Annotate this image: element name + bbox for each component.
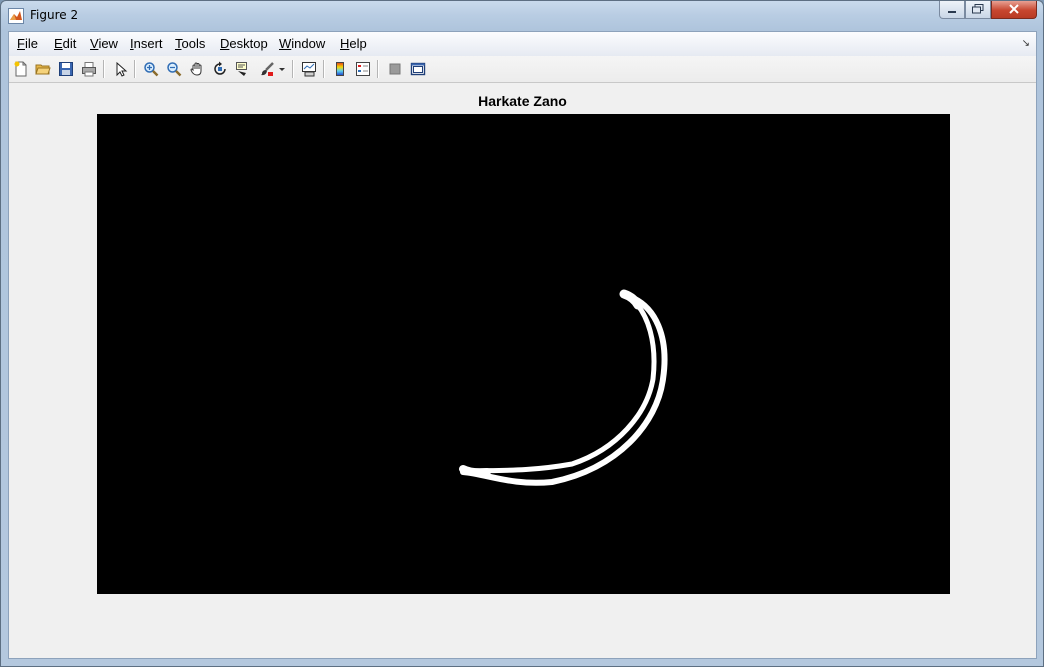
save-figure-icon[interactable] <box>57 60 75 78</box>
menu-view[interactable]: View <box>90 36 118 51</box>
dock-figure-icon[interactable]: ↘ <box>1022 38 1030 49</box>
open-file-icon[interactable] <box>34 60 52 78</box>
show-plot-tools-icon[interactable] <box>409 60 427 78</box>
brush-dropdown-icon[interactable] <box>277 60 287 78</box>
menu-window[interactable]: Window <box>279 36 325 51</box>
toolbar-separator <box>134 60 136 78</box>
hide-plot-tools-icon[interactable] <box>386 60 404 78</box>
toolbar-separator <box>377 60 379 78</box>
image-axes[interactable] <box>97 114 950 594</box>
menu-desktop[interactable]: Desktop <box>220 36 268 51</box>
minimize-button[interactable] <box>939 1 965 19</box>
pan-icon[interactable] <box>188 60 206 78</box>
stroke-image <box>459 289 668 486</box>
brush-icon[interactable] <box>258 60 276 78</box>
menu-help[interactable]: Help <box>340 36 367 51</box>
axes-title: Harkate Zano <box>478 93 567 109</box>
title-bar[interactable]: Figure 2 <box>1 1 1043 31</box>
menu-bar: File Edit View Insert Tools Desktop Wind… <box>9 32 1036 57</box>
menu-insert[interactable]: Insert <box>130 36 163 51</box>
caption-buttons <box>939 1 1037 21</box>
figure-toolbar <box>9 56 1036 83</box>
zoom-out-icon[interactable] <box>165 60 183 78</box>
edit-plot-icon[interactable] <box>112 60 130 78</box>
stroke-outer-curve <box>460 292 668 486</box>
link-plot-icon[interactable] <box>300 60 318 78</box>
print-figure-icon[interactable] <box>80 60 98 78</box>
menu-file[interactable]: File <box>17 36 38 51</box>
menu-edit[interactable]: Edit <box>54 36 76 51</box>
figure-window: Figure 2 File Edit View Insert Tools Des… <box>0 0 1044 667</box>
close-icon <box>1008 1 1020 19</box>
insert-legend-icon[interactable] <box>354 60 372 78</box>
maximize-icon <box>972 1 984 19</box>
toolbar-separator <box>103 60 105 78</box>
minimize-icon <box>947 1 957 19</box>
figure-canvas: Harkate Zano <box>9 83 1036 658</box>
menu-tools[interactable]: Tools <box>175 36 205 51</box>
toolbar-separator <box>292 60 294 78</box>
maximize-button[interactable] <box>965 1 991 19</box>
insert-colorbar-icon[interactable] <box>331 60 349 78</box>
toolbar-separator <box>323 60 325 78</box>
figure-client-area: File Edit View Insert Tools Desktop Wind… <box>8 31 1037 659</box>
rotate-3d-icon[interactable] <box>211 60 229 78</box>
window-title: Figure 2 <box>30 8 79 22</box>
zoom-in-icon[interactable] <box>142 60 160 78</box>
stroke-end <box>459 465 491 477</box>
stroke-tip <box>619 289 643 310</box>
matlab-logo-icon <box>8 8 24 24</box>
new-figure-icon[interactable] <box>12 60 30 78</box>
data-cursor-icon[interactable] <box>234 60 252 78</box>
close-button[interactable] <box>991 1 1037 19</box>
